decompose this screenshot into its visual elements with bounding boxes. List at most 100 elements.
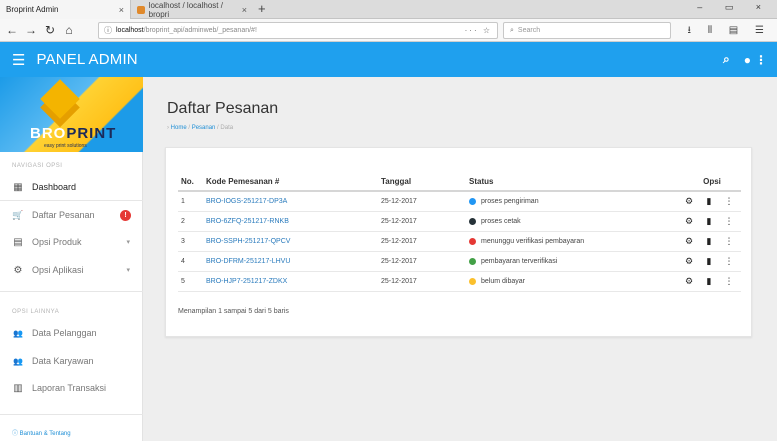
back-arrow-icon[interactable]: ←	[5, 23, 19, 37]
brand-tagline: easy print solutions	[44, 143, 87, 149]
status-dot-icon	[469, 258, 476, 265]
settings-icon[interactable]: ⚙	[683, 216, 695, 227]
url-host: localhost	[116, 27, 144, 34]
sidebar-item-label: Dashboard	[32, 182, 77, 192]
tab-close-icon[interactable]: ×	[242, 5, 247, 15]
order-code-link[interactable]: BRO-SSPH-251217-QPCV	[206, 238, 290, 245]
sidebar-item-dashboard[interactable]: ▦ Dashboard	[0, 175, 143, 199]
delete-icon[interactable]: ▮	[703, 256, 715, 267]
order-code-link[interactable]: BRO-HJP7-251217-ZDKX	[206, 278, 287, 285]
sidebar-item-data-pelanggan[interactable]: 👥 Data Pelanggan	[0, 321, 143, 345]
sidebar-item-opsi-produk[interactable]: ▤ Opsi Produk ▾	[0, 230, 143, 254]
more-vert-icon[interactable]: ⋮	[723, 196, 735, 207]
delete-icon[interactable]: ▮	[703, 236, 715, 247]
tab-close-icon[interactable]: ×	[119, 5, 124, 15]
status-dot-icon	[469, 198, 476, 205]
more-vert-icon[interactable]: ⋮	[755, 53, 767, 67]
more-vert-icon[interactable]: ⋮	[723, 256, 735, 267]
table-row: 4 BRO-DFRM-251217-LHVU 25-12-2017 pembayara…	[178, 252, 741, 272]
order-date: 25-12-2017	[381, 218, 417, 225]
brand-banner: BROPRINT easy print solutions	[0, 77, 143, 152]
sidebar-item-data-karyawan[interactable]: 👥 Data Karyawan	[0, 349, 143, 373]
product-icon: ▤	[13, 236, 23, 248]
header-opsi: Opsi	[703, 176, 721, 186]
status-dot-icon	[469, 238, 476, 245]
order-code-link[interactable]: BRO-IOGS-251217-DP3A	[206, 198, 287, 205]
new-tab-button[interactable]: +	[258, 1, 266, 16]
forward-arrow-icon[interactable]: →	[24, 23, 38, 37]
order-code-link[interactable]: BRO-6ZFQ-251217-RNKB	[206, 218, 289, 225]
settings-icon[interactable]: ⚙	[683, 276, 695, 287]
settings-icon[interactable]: ⚙	[683, 236, 695, 247]
status-label: proses cetak	[481, 218, 521, 225]
settings-icon[interactable]: ⚙	[683, 196, 695, 207]
header-kode[interactable]: Kode Pemesanan #	[206, 177, 381, 186]
menu-icon[interactable]: ☰	[12, 51, 25, 69]
order-date: 25-12-2017	[381, 278, 417, 285]
tab-label: Broprint Admin	[6, 5, 59, 14]
search-icon[interactable]: ⌕	[723, 52, 730, 67]
browser-nav-bar: ← → ↻ ⌂ ⓘ localhost /broprint_api/adminw…	[0, 19, 777, 42]
row-number: 4	[181, 258, 185, 265]
breadcrumb-current: Data	[220, 125, 234, 131]
reload-icon[interactable]: ↻	[43, 23, 57, 37]
status-dot-icon	[469, 218, 476, 225]
divider	[0, 414, 143, 415]
browser-toolbar-icons[interactable]: ⭳ ⫴ ▤ ☰	[688, 23, 771, 40]
table-body: 1 BRO-IOGS-251217-DP3A 25-12-2017 proses pe…	[178, 192, 741, 292]
browser-tab-admin[interactable]: Broprint Admin ×	[0, 0, 131, 19]
brand-logo: BROPRINT	[30, 125, 117, 142]
breadcrumb: › Home / Pesanan / Data	[167, 125, 234, 131]
search-placeholder: Search	[517, 27, 541, 34]
settings-icon[interactable]: ⚙	[683, 256, 695, 267]
dashboard-icon: ▦	[13, 181, 23, 193]
people-icon: 👥	[13, 328, 23, 338]
report-icon: ▥	[13, 382, 23, 394]
chevron-down-icon: ▾	[126, 267, 130, 274]
sidebar-item-opsi-aplikasi[interactable]: ⚙ Opsi Aplikasi ▾	[0, 258, 143, 282]
delete-icon[interactable]: ▮	[703, 216, 715, 227]
order-date: 25-12-2017	[381, 198, 417, 205]
breadcrumb-home[interactable]: Home	[171, 125, 187, 131]
home-icon[interactable]: ⌂	[62, 23, 76, 37]
browser-search-input[interactable]: ⌕ Search	[503, 22, 671, 39]
settings-icon: ⚙	[13, 264, 23, 276]
status-label: menunggu verifikasi pembayaran	[481, 238, 585, 245]
page-actions-icon[interactable]: ··· ☆	[465, 26, 492, 35]
url-bar[interactable]: ⓘ localhost /broprint_api/adminweb/_pesa…	[98, 22, 498, 39]
status-label: pembayaran terverifikasi	[481, 258, 558, 265]
help-about-link[interactable]: ⓘ Bantuan & Tentang	[12, 428, 71, 437]
breadcrumb-pesanan[interactable]: Pesanan	[192, 125, 216, 131]
browser-tab-localhost[interactable]: localhost / localhost / bropri ×	[131, 0, 253, 19]
tab-favicon-icon	[137, 5, 145, 14]
account-icon[interactable]: ●	[744, 53, 751, 67]
table-header: No. Kode Pemesanan # Tanggal Status Opsi	[178, 172, 741, 192]
sidebar-item-daftar-pesanan[interactable]: 🛒 Daftar Pesanan !	[0, 203, 143, 227]
divider	[0, 200, 143, 201]
order-code-link[interactable]: BRO-DFRM-251217-LHVU	[206, 258, 290, 265]
app-header: ☰ PANEL ADMIN ⌕ ● ⋮	[0, 42, 777, 77]
delete-icon[interactable]: ▮	[703, 276, 715, 287]
browser-tab-bar: Broprint Admin × localhost / localhost /…	[0, 0, 777, 19]
header-status[interactable]: Status	[469, 177, 683, 186]
page-title: Daftar Pesanan	[167, 100, 279, 117]
row-number: 2	[181, 218, 185, 225]
more-vert-icon[interactable]: ⋮	[723, 236, 735, 247]
row-number: 3	[181, 238, 185, 245]
status-dot-icon	[469, 278, 476, 285]
more-vert-icon[interactable]: ⋮	[723, 216, 735, 227]
window-controls[interactable]: – ▭ ×	[697, 2, 771, 13]
delete-icon[interactable]: ▮	[703, 196, 715, 207]
orders-card: No. Kode Pemesanan # Tanggal Status Opsi…	[165, 147, 752, 337]
info-icon[interactable]: ⓘ	[104, 25, 112, 36]
alert-badge: !	[120, 209, 131, 221]
url-path: /broprint_api/adminweb/_pesanan/#!	[143, 27, 257, 34]
sidebar-item-laporan-transaksi[interactable]: ▥ Laporan Transaksi	[0, 376, 143, 400]
header-tanggal[interactable]: Tanggal	[381, 177, 469, 186]
sidebar-item-label: Opsi Produk	[32, 237, 82, 247]
chevron-down-icon: ▾	[126, 239, 130, 246]
row-number: 5	[181, 278, 185, 285]
more-vert-icon[interactable]: ⋮	[723, 276, 735, 287]
people-icon: 👥	[13, 356, 23, 366]
search-icon: ⌕	[510, 26, 514, 34]
